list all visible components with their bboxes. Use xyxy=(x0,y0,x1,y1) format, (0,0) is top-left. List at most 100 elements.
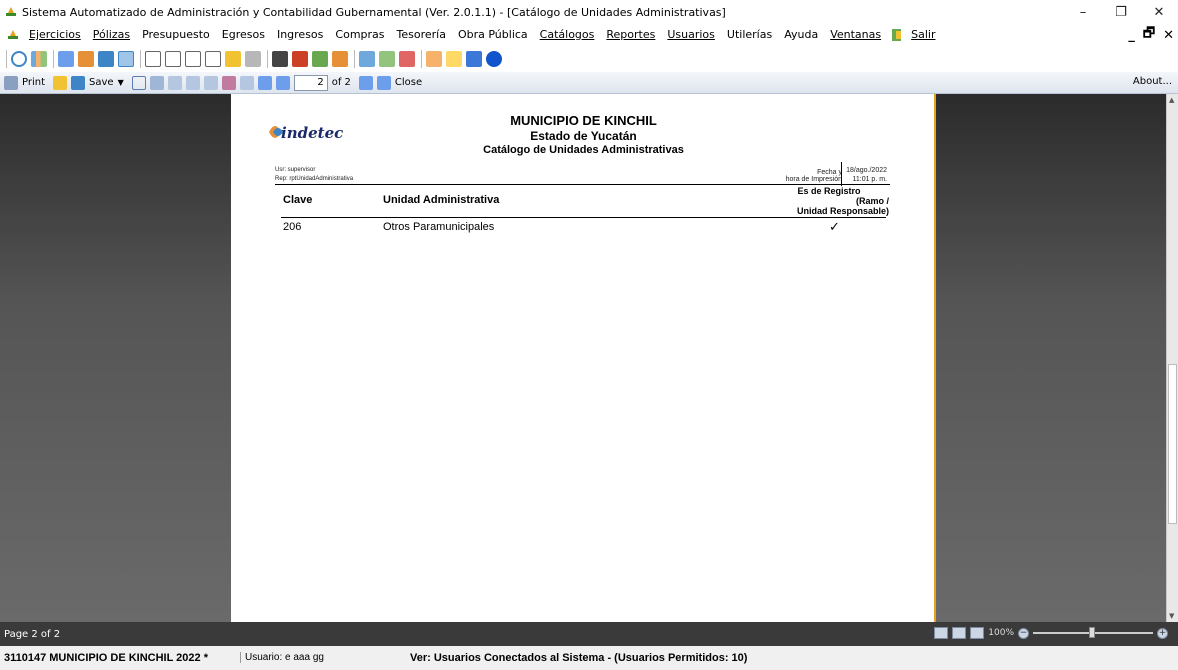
multi-page-view-icon[interactable] xyxy=(934,627,949,639)
hora-label: hora de Impresión xyxy=(785,176,842,183)
vertical-scrollbar[interactable]: ▲ ▼ xyxy=(1166,94,1178,622)
next-page-icon[interactable] xyxy=(358,75,373,90)
scrollbar-thumb[interactable] xyxy=(1168,364,1177,524)
truck-icon[interactable] xyxy=(292,51,308,67)
help-icon[interactable] xyxy=(486,51,502,67)
chart-icon[interactable] xyxy=(31,51,47,67)
save-button[interactable]: Save ▼ xyxy=(71,75,124,90)
zoom-level: 100% xyxy=(988,628,1014,638)
save-label: Save xyxy=(89,77,114,88)
menu-obra-publica[interactable]: Obra Pública xyxy=(452,24,534,46)
header-top-rule xyxy=(275,184,890,185)
minimize-button[interactable]: – xyxy=(1064,0,1102,24)
menu-bar: Ejercicios Pólizas Presupuesto Egresos I… xyxy=(0,24,1178,46)
mdi-close-button[interactable]: ✕ xyxy=(1163,28,1174,43)
menu-ayuda[interactable]: Ayuda xyxy=(778,24,824,46)
exit-door-icon[interactable] xyxy=(889,27,905,43)
previous-page-icon[interactable] xyxy=(275,75,290,90)
toolbar-separator xyxy=(267,50,268,68)
scroll-up-arrow-icon[interactable]: ▲ xyxy=(1169,96,1174,104)
clipboard-icon[interactable] xyxy=(272,51,288,67)
menu-usuarios[interactable]: Usuarios xyxy=(661,24,721,46)
column-header-unidad: Unidad Administrativa xyxy=(383,194,500,206)
list-icon[interactable] xyxy=(359,51,375,67)
mdi-app-icon[interactable] xyxy=(6,28,20,42)
single-page-view-icon[interactable] xyxy=(952,627,967,639)
doc-c-icon[interactable] xyxy=(145,51,161,67)
payment-icon[interactable] xyxy=(225,51,241,67)
tools-icon[interactable] xyxy=(379,51,395,67)
monitor-icon[interactable] xyxy=(466,51,482,67)
mdi-restore-button[interactable]: 🗗 xyxy=(1143,24,1155,46)
report-viewer: indetec MUNICIPIO DE KINCHIL Estado de Y… xyxy=(0,94,1166,622)
menu-egresos[interactable]: Egresos xyxy=(216,24,271,46)
menu-catalogos[interactable]: Catálogos xyxy=(534,24,601,46)
find-icon[interactable] xyxy=(149,75,164,90)
fecha-label: Fecha y xyxy=(817,169,842,176)
about-link[interactable]: About... xyxy=(1133,76,1172,87)
mdi-minimize-button[interactable]: _ xyxy=(1128,28,1135,43)
menu-salir[interactable]: Salir xyxy=(905,24,941,46)
toolbar-grip xyxy=(6,50,7,68)
table-icon[interactable] xyxy=(118,51,134,67)
stack-icon[interactable] xyxy=(312,51,328,67)
print-button[interactable]: Print xyxy=(4,75,46,90)
continuous-view-icon[interactable] xyxy=(970,627,985,639)
window-title: Sistema Automatizado de Administración y… xyxy=(22,5,726,19)
email-icon[interactable] xyxy=(131,75,146,90)
open-folder-icon[interactable] xyxy=(53,75,68,90)
date-divider xyxy=(841,162,842,186)
menu-compras[interactable]: Compras xyxy=(329,24,390,46)
connected-users-link[interactable]: Ver: Usuarios Conectados al Sistema - (U… xyxy=(410,652,747,664)
report-user: Usr: supervisor xyxy=(275,167,316,173)
menu-tesoreria[interactable]: Tesorería xyxy=(391,24,452,46)
toolbar-separator xyxy=(354,50,355,68)
menu-ejercicios[interactable]: Ejercicios xyxy=(23,24,87,46)
last-page-icon[interactable] xyxy=(376,75,391,90)
page-status-bar: Page 2 of 2 100% − + xyxy=(0,622,1178,646)
page-setup-icon[interactable] xyxy=(185,75,200,90)
printer-icon[interactable] xyxy=(245,51,261,67)
registro-line-3: Unidad Responsable) xyxy=(796,206,889,216)
refresh-icon[interactable] xyxy=(11,51,27,67)
doc-e-icon[interactable] xyxy=(185,51,201,67)
transfer-icon[interactable] xyxy=(78,51,94,67)
close-button[interactable]: ✕ xyxy=(1140,0,1178,24)
report-subtitle: Estado de Yucatán xyxy=(530,129,637,143)
menu-reportes[interactable]: Reportes xyxy=(600,24,661,46)
entity-status: 3110147 MUNICIPIO DE KINCHIL 2022 * xyxy=(4,652,208,664)
doc-d-icon[interactable] xyxy=(165,51,181,67)
toolbar-separator xyxy=(53,50,54,68)
zoom-slider-knob[interactable] xyxy=(1089,627,1095,638)
database-icon[interactable] xyxy=(58,51,74,67)
zoom-out-icon[interactable]: − xyxy=(1018,627,1029,639)
checkmark-icon: ✓ xyxy=(829,220,840,235)
menu-presupuesto[interactable]: Presupuesto xyxy=(136,24,216,46)
scroll-down-arrow-icon[interactable]: ▼ xyxy=(1169,612,1174,620)
fullscreen-icon[interactable] xyxy=(221,75,236,90)
zoom-in-icon[interactable]: + xyxy=(1157,627,1168,639)
key-icon[interactable] xyxy=(446,51,462,67)
screen-icon[interactable] xyxy=(98,51,114,67)
report-page: indetec MUNICIPIO DE KINCHIL Estado de Y… xyxy=(231,94,936,622)
box-icon[interactable] xyxy=(332,51,348,67)
menu-utilerias[interactable]: Utilerías xyxy=(721,24,778,46)
menu-polizas[interactable]: Pólizas xyxy=(87,24,136,46)
single-page-icon[interactable] xyxy=(239,75,254,90)
copy-icon[interactable] xyxy=(203,75,218,90)
users-icon[interactable] xyxy=(399,51,415,67)
first-page-icon[interactable] xyxy=(257,75,272,90)
thumbnails-icon[interactable] xyxy=(167,75,182,90)
page-indicator: Page 2 of 2 xyxy=(4,629,61,640)
close-report-button[interactable]: Close xyxy=(395,77,422,88)
tree-icon[interactable] xyxy=(426,51,442,67)
print-label: Print xyxy=(22,77,46,88)
hora-value: 11:01 p. m. xyxy=(852,176,887,183)
menu-ingresos[interactable]: Ingresos xyxy=(271,24,329,46)
menu-ventanas[interactable]: Ventanas xyxy=(824,24,887,46)
page-count-label: of 2 xyxy=(331,77,351,88)
restore-button[interactable]: ❐ xyxy=(1102,0,1140,24)
zoom-slider[interactable] xyxy=(1033,627,1153,638)
page-number-input[interactable]: 2 xyxy=(293,74,328,91)
doc-p-icon[interactable] xyxy=(205,51,221,67)
